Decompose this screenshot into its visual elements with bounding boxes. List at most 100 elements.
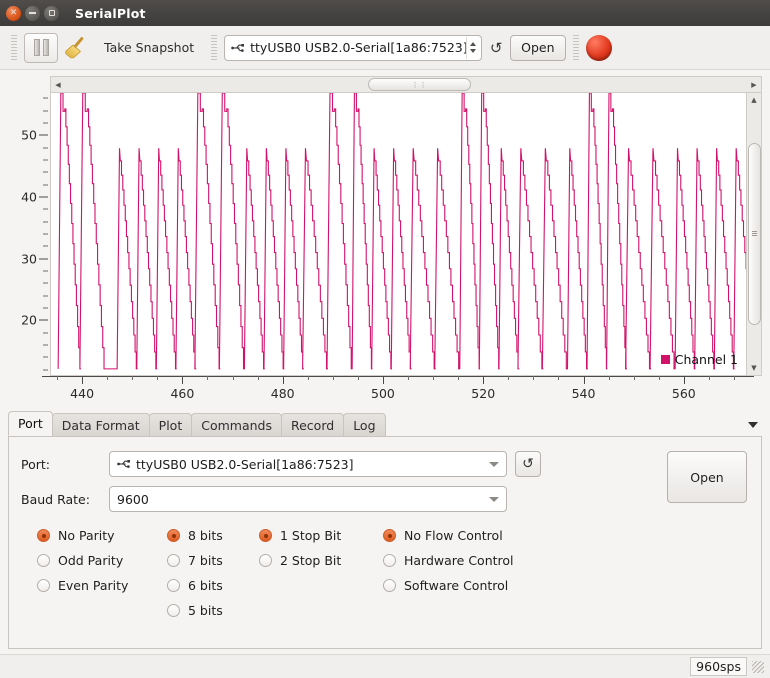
baud-rate-label: Baud Rate: bbox=[21, 491, 90, 507]
hscroll-right-arrow-icon[interactable]: ▶ bbox=[747, 78, 761, 92]
x-tick-label: 500 bbox=[371, 386, 395, 401]
y-tick bbox=[39, 134, 48, 136]
toolbar-port-combo[interactable]: ttyUSB0 USB2.0-Serial[1a86:7523] bbox=[224, 34, 483, 61]
x-tick bbox=[307, 376, 309, 380]
plot-x-axis: 440 460 480 500 520 540 560 bbox=[42, 376, 770, 408]
x-tick bbox=[332, 376, 334, 380]
x-tick bbox=[533, 376, 535, 380]
window-titlebar: ✕ SerialPlot bbox=[0, 0, 770, 26]
open-port-button[interactable]: Open bbox=[667, 451, 747, 503]
tab-label: Data Format bbox=[61, 417, 140, 433]
chevron-down-icon[interactable] bbox=[746, 418, 760, 432]
take-snapshot-button[interactable]: Take Snapshot bbox=[94, 33, 204, 63]
radio-label: Hardware Control bbox=[404, 553, 514, 568]
radio-8-bits[interactable]: 8 bits bbox=[167, 528, 259, 543]
vscroll-up-arrow-icon[interactable]: ▲ bbox=[747, 93, 761, 107]
radio-label: 2 Stop Bit bbox=[280, 553, 342, 568]
vscroll-track[interactable] bbox=[747, 107, 761, 361]
settings-tabbar: Port Data Format Plot Commands Record Log bbox=[8, 411, 762, 437]
flow-control-radio-group: No Flow Control Hardware Control Software … bbox=[383, 528, 553, 618]
x-tick bbox=[257, 376, 259, 380]
y-tick-label: 30 bbox=[21, 251, 37, 267]
toolbar-open-button[interactable]: Open bbox=[510, 34, 566, 61]
hscroll-grip-icon: ⋮⋮ bbox=[411, 80, 428, 89]
broom-clear-icon[interactable] bbox=[62, 33, 90, 63]
tab-plot[interactable]: Plot bbox=[148, 413, 193, 436]
y-tick bbox=[43, 221, 48, 223]
y-tick-label: 40 bbox=[21, 189, 37, 205]
radio-odd-parity[interactable]: Odd Parity bbox=[37, 553, 167, 568]
radio-7-bits[interactable]: 7 bits bbox=[167, 553, 259, 568]
plot-horizontal-scrollbar[interactable]: ◀ ⋮⋮ ▶ bbox=[50, 76, 762, 92]
minimize-icon[interactable] bbox=[25, 5, 40, 21]
resize-grip-icon[interactable] bbox=[752, 660, 764, 673]
radio-label: Software Control bbox=[404, 578, 509, 593]
x-tick bbox=[82, 376, 84, 384]
y-tick bbox=[39, 319, 48, 321]
y-tick bbox=[43, 147, 48, 149]
waveform-series bbox=[51, 93, 746, 375]
x-tick bbox=[558, 376, 560, 380]
vscroll-down-arrow-icon[interactable]: ▼ bbox=[747, 361, 761, 375]
toolbar-record-handle[interactable] bbox=[572, 34, 579, 61]
y-tick bbox=[43, 282, 48, 284]
tab-port[interactable]: Port bbox=[8, 411, 53, 436]
data-bits-radio-group: 8 bits 7 bits 6 bits 5 bits bbox=[167, 528, 259, 618]
baud-rate-select[interactable]: 9600 bbox=[109, 486, 507, 512]
plot-vertical-scrollbar[interactable]: ▲ ▼ bbox=[747, 92, 762, 376]
radio-no-flow-control[interactable]: No Flow Control bbox=[383, 528, 553, 543]
hscroll-track[interactable]: ⋮⋮ bbox=[65, 78, 747, 91]
vscroll-thumb[interactable] bbox=[747, 142, 761, 326]
port-select-chevron-down-icon[interactable] bbox=[482, 452, 506, 476]
refresh-icon[interactable]: ↺ bbox=[486, 35, 506, 61]
radio-2-stop-bit[interactable]: 2 Stop Bit bbox=[259, 553, 383, 568]
x-tick bbox=[57, 376, 59, 380]
x-tick-label: 440 bbox=[70, 386, 95, 401]
y-tick bbox=[43, 233, 48, 235]
tab-record[interactable]: Record bbox=[280, 413, 345, 436]
radio-hardware-control[interactable]: Hardware Control bbox=[383, 553, 553, 568]
plot-legend: Channel 1 bbox=[660, 352, 738, 367]
y-tick bbox=[43, 356, 48, 358]
maximize-icon[interactable] bbox=[44, 5, 59, 21]
baud-select-chevron-down-icon[interactable] bbox=[482, 487, 506, 511]
tab-log[interactable]: Log bbox=[343, 413, 386, 436]
tab-label: Log bbox=[353, 417, 376, 433]
x-tick bbox=[458, 376, 460, 380]
close-icon[interactable]: ✕ bbox=[6, 5, 21, 21]
plot-canvas[interactable]: Channel 1 bbox=[50, 92, 747, 376]
x-tick bbox=[182, 376, 184, 384]
radio-1-stop-bit[interactable]: 1 Stop Bit bbox=[259, 528, 383, 543]
record-led-icon[interactable] bbox=[585, 34, 612, 61]
y-tick bbox=[43, 332, 48, 334]
radio-indicator-icon bbox=[259, 529, 272, 542]
tab-commands[interactable]: Commands bbox=[191, 413, 282, 436]
y-tick bbox=[39, 196, 48, 198]
x-tick bbox=[282, 376, 284, 384]
port-label: Port: bbox=[21, 456, 50, 472]
radio-indicator-icon bbox=[383, 579, 396, 592]
window-title: SerialPlot bbox=[75, 5, 146, 21]
toolbar-drag-handle[interactable] bbox=[11, 34, 17, 61]
toolbar-port-value: ttyUSB0 USB2.0-Serial[1a86:7523] bbox=[250, 40, 467, 55]
baud-row: Baud Rate: 9600 bbox=[21, 486, 749, 512]
radio-no-parity[interactable]: No Parity bbox=[37, 528, 167, 543]
radio-6-bits[interactable]: 6 bits bbox=[167, 578, 259, 593]
radio-indicator-icon bbox=[383, 529, 396, 542]
refresh-ports-button[interactable]: ↺ bbox=[515, 451, 541, 477]
x-tick bbox=[633, 376, 635, 380]
y-tick bbox=[43, 344, 48, 346]
radio-label: Odd Parity bbox=[58, 553, 124, 568]
toolbar-section-handle[interactable] bbox=[211, 34, 218, 61]
radio-even-parity[interactable]: Even Parity bbox=[37, 578, 167, 593]
radio-software-control[interactable]: Software Control bbox=[383, 578, 553, 593]
stop-bits-radio-group: 1 Stop Bit 2 Stop Bit bbox=[259, 528, 383, 618]
hscroll-thumb[interactable]: ⋮⋮ bbox=[368, 78, 471, 91]
port-spinner-icon[interactable] bbox=[466, 36, 479, 59]
hscroll-left-arrow-icon[interactable]: ◀ bbox=[51, 78, 65, 92]
port-select[interactable]: ttyUSB0 USB2.0-Serial[1a86:7523] bbox=[109, 451, 507, 477]
tab-data-format[interactable]: Data Format bbox=[51, 413, 150, 436]
y-tick bbox=[43, 122, 48, 124]
radio-5-bits[interactable]: 5 bits bbox=[167, 603, 259, 618]
pause-icon[interactable] bbox=[24, 32, 58, 63]
